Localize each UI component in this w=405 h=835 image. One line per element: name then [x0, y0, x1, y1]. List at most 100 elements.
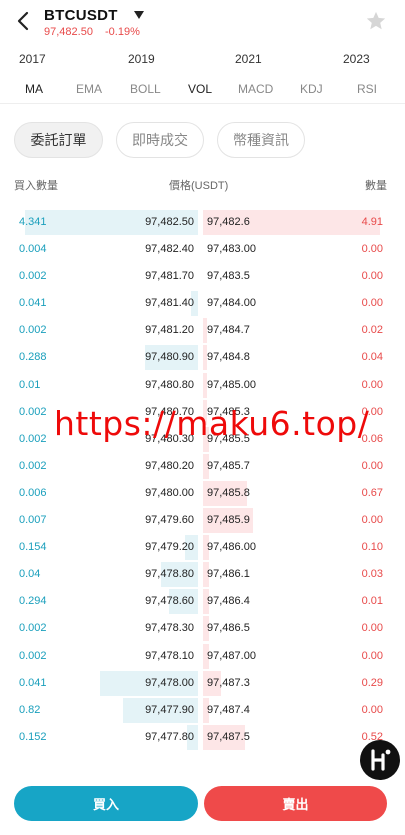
- ask-quantity: 0.00: [361, 405, 383, 418]
- orderbook-row[interactable]: 0.002 97,478.10 97,487.00 0.00: [0, 643, 405, 670]
- bid-quantity: 0.007: [19, 514, 47, 527]
- ask-price: 97,487.5: [207, 730, 250, 743]
- tab-coin-info[interactable]: 幣種資訊: [217, 122, 305, 158]
- sell-button[interactable]: 賣出: [204, 786, 387, 821]
- bid-price: 97,478.80: [145, 568, 194, 581]
- orderbook-row[interactable]: 0.154 97,479.20 97,486.00 0.10: [0, 534, 405, 561]
- bid-quantity: 0.002: [19, 432, 47, 445]
- bid-quantity: 0.04: [19, 568, 41, 581]
- bid-price: 97,480.90: [145, 351, 194, 364]
- ask-quantity: 0.00: [361, 243, 383, 256]
- ask-price: 97,482.6: [207, 216, 250, 228]
- ask-quantity: 0.00: [361, 270, 383, 283]
- bid-quantity: 0.002: [19, 270, 47, 283]
- orderbook-row[interactable]: 0.01 97,480.80 97,485.00 0.00: [0, 372, 405, 399]
- orderbook-row[interactable]: 0.002 97,481.70 97,483.5 0.00: [0, 263, 405, 290]
- bid-price: 97,480.20: [145, 459, 194, 472]
- orderbook-row[interactable]: 0.294 97,478.60 97,486.4 0.01: [0, 588, 405, 615]
- h-logo-icon[interactable]: [360, 740, 400, 780]
- bid-price: 97,478.60: [145, 595, 194, 608]
- ask-price: 97,484.8: [207, 351, 250, 364]
- bid-quantity: 0.82: [19, 703, 41, 716]
- bid-quantity: 4.341: [19, 216, 47, 228]
- timeline-year: 2019: [128, 52, 155, 66]
- bid-price: 97,477.80: [145, 730, 194, 743]
- orderbook-row[interactable]: 0.004 97,482.40 97,483.00 0.00: [0, 236, 405, 263]
- order-book: 4.341 97,482.50 97,482.6 4.91 0.004 97,482.40…: [0, 209, 405, 751]
- caret-down-icon[interactable]: [134, 11, 144, 19]
- orderbook-row[interactable]: 4.341 97,482.50 97,482.6 4.91: [0, 209, 405, 236]
- bid-price: 97,478.10: [145, 649, 194, 662]
- ask-quantity: 0.00: [361, 622, 383, 635]
- indicator-macd[interactable]: MACD: [238, 82, 273, 96]
- ask-price: 97,485.7: [207, 459, 250, 472]
- orderbook-row[interactable]: 0.002 97,480.20 97,485.7 0.00: [0, 453, 405, 480]
- ask-price: 97,485.00: [207, 378, 256, 391]
- orderbook-row[interactable]: 0.041 97,478.00 97,487.3 0.29: [0, 670, 405, 697]
- ask-price: 97,483.00: [207, 243, 256, 256]
- header: BTCUSDT 97,482.50 -0.19%: [0, 0, 405, 48]
- ask-price: 97,485.8: [207, 486, 250, 499]
- indicator-bar: MA EMA BOLL VOL MACD KDJ RSI: [0, 74, 405, 104]
- orderbook-row[interactable]: 0.002 97,480.30 97,485.5 0.06: [0, 426, 405, 453]
- orderbook-row[interactable]: 0.002 97,481.20 97,484.7 0.02: [0, 317, 405, 344]
- ask-quantity: 0.04: [361, 351, 383, 364]
- indicator-boll[interactable]: BOLL: [130, 82, 161, 96]
- ask-quantity: 0.03: [361, 568, 383, 581]
- indicator-ema[interactable]: EMA: [76, 82, 102, 96]
- chevron-left-icon[interactable]: [14, 10, 34, 32]
- ask-quantity: 0.00: [361, 649, 383, 662]
- orderbook-row[interactable]: 0.82 97,477.90 97,487.4 0.00: [0, 697, 405, 724]
- timeline-year: 2023: [343, 52, 370, 66]
- orderbook-row[interactable]: 0.152 97,477.80 97,487.5 0.52: [0, 724, 405, 751]
- indicator-vol[interactable]: VOL: [188, 82, 212, 96]
- orderbook-row[interactable]: 0.002 97,480.70 97,485.3 0.00: [0, 399, 405, 426]
- ask-quantity: 0.06: [361, 432, 383, 445]
- ask-quantity: 0.02: [361, 324, 383, 337]
- bid-price: 97,477.90: [145, 703, 194, 716]
- ask-qty-header: 數量: [365, 180, 387, 192]
- last-price: 97,482.50: [44, 26, 93, 38]
- bid-quantity: 0.002: [19, 405, 47, 418]
- ask-price: 97,487.4: [207, 703, 250, 716]
- buy-button[interactable]: 買入: [14, 786, 198, 821]
- ask-quantity: 0.00: [361, 378, 383, 391]
- bid-quantity: 0.002: [19, 459, 47, 472]
- symbol-title[interactable]: BTCUSDT: [44, 7, 118, 24]
- bid-quantity: 0.294: [19, 595, 47, 608]
- ask-quantity: 0.29: [361, 676, 383, 689]
- bid-price: 97,480.80: [145, 378, 194, 391]
- bid-price: 97,482.50: [145, 216, 194, 228]
- orderbook-row[interactable]: 0.288 97,480.90 97,484.8 0.04: [0, 344, 405, 371]
- bid-quantity: 0.002: [19, 324, 47, 337]
- bid-quantity: 0.152: [19, 730, 47, 743]
- h-logo-glyph: [371, 749, 391, 771]
- ask-price: 97,486.00: [207, 541, 256, 554]
- order-tabs: 委託訂單 即時成交 幣種資訊: [0, 122, 405, 160]
- bid-price: 97,480.00: [145, 486, 194, 499]
- indicator-rsi[interactable]: RSI: [357, 82, 377, 96]
- bid-quantity: 0.01: [19, 378, 41, 391]
- orderbook-row[interactable]: 0.007 97,479.60 97,485.9 0.00: [0, 507, 405, 534]
- indicator-ma[interactable]: MA: [25, 82, 43, 96]
- star-icon[interactable]: [365, 10, 387, 32]
- orderbook-row[interactable]: 0.002 97,478.30 97,486.5 0.00: [0, 615, 405, 642]
- bid-quantity: 0.002: [19, 622, 47, 635]
- timeline-axis: 2017 2019 2021 2023: [0, 52, 405, 70]
- timeline-year: 2017: [19, 52, 46, 66]
- bid-qty-header: 買入數量: [14, 180, 58, 192]
- price-change: -0.19%: [105, 26, 140, 38]
- bid-quantity: 0.288: [19, 351, 47, 364]
- tab-orders[interactable]: 委託訂單: [14, 122, 103, 158]
- orderbook-row[interactable]: 0.006 97,480.00 97,485.8 0.67: [0, 480, 405, 507]
- ask-quantity: 0.00: [361, 297, 383, 310]
- bid-quantity: 0.041: [19, 676, 47, 689]
- ask-price: 97,484.00: [207, 297, 256, 310]
- ask-price: 97,486.4: [207, 595, 250, 608]
- ask-price: 97,486.5: [207, 622, 250, 635]
- orderbook-row[interactable]: 0.04 97,478.80 97,486.1 0.03: [0, 561, 405, 588]
- orderbook-row[interactable]: 0.041 97,481.40 97,484.00 0.00: [0, 290, 405, 317]
- bid-quantity: 0.002: [19, 649, 47, 662]
- indicator-kdj[interactable]: KDJ: [300, 82, 323, 96]
- tab-trades[interactable]: 即時成交: [116, 122, 204, 158]
